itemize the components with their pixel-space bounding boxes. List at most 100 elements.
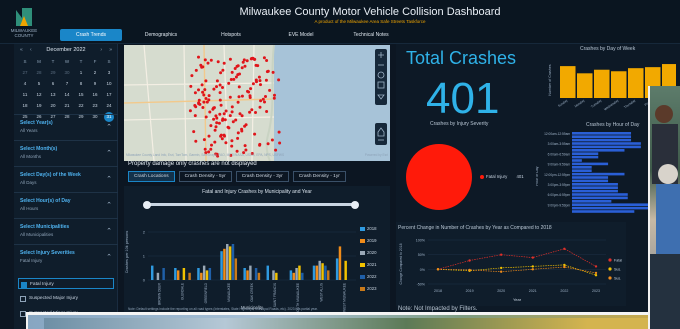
nav-tab[interactable]: Hotspots: [200, 29, 262, 41]
dow-x-tick: Thursday: [623, 98, 637, 109]
muni-bar: [197, 268, 200, 280]
chevron-up-icon[interactable]: ⌃: [106, 123, 112, 131]
calendar-day[interactable]: 20: [46, 100, 60, 111]
crash-point: [201, 90, 205, 94]
calendar-day[interactable]: 3: [102, 67, 116, 78]
header: MILWAUKEE COUNTY Milwaukee County Motor …: [0, 0, 680, 44]
calendar-day[interactable]: 6: [46, 78, 60, 89]
calendar-day[interactable]: 17: [102, 89, 116, 100]
calendar-day[interactable]: 13: [46, 89, 60, 100]
nav-tab[interactable]: Technical Notes: [340, 29, 402, 41]
crash-point: [215, 79, 219, 83]
hod-bar: [572, 162, 609, 166]
muni-legend-item[interactable]: 2021: [360, 262, 390, 274]
muni-bar: [156, 272, 160, 280]
calendar-day[interactable]: 1: [74, 67, 88, 78]
crash-point: [250, 57, 254, 60]
calendar-day[interactable]: 24: [102, 100, 116, 111]
calendar-prev-year-icon[interactable]: «: [20, 46, 23, 55]
municipality-plot: Crashes per 10k persons 0 1 2 BROWN DEER GLEN…: [125, 230, 356, 312]
map-tab[interactable]: Crash Density - 1yr: [292, 171, 346, 182]
calendar-day[interactable]: 11: [18, 89, 32, 100]
filter-6[interactable]: Select Injury Severities Fatal Injury ⌃: [14, 244, 118, 270]
calendar-day[interactable]: 2: [88, 67, 102, 78]
calendar-day[interactable]: 22: [74, 100, 88, 111]
calendar-day[interactable]: 12: [32, 89, 46, 100]
muni-legend-item[interactable]: 2023: [360, 286, 390, 298]
muni-legend-item[interactable]: 2022: [360, 274, 390, 286]
nav-tab[interactable]: EVE Model: [270, 29, 332, 41]
calendar-day[interactable]: 28: [32, 67, 46, 78]
checkbox-icon[interactable]: [21, 281, 27, 288]
calendar-day[interactable]: 10: [102, 78, 116, 89]
chevron-up-icon[interactable]: ⌃: [106, 149, 112, 157]
calendar-day[interactable]: 18: [18, 100, 32, 111]
calendar-month-label[interactable]: December 2022: [46, 47, 85, 53]
calendar-day[interactable]: 27: [18, 67, 32, 78]
calendar-day[interactable]: 19: [32, 100, 46, 111]
chevron-up-icon[interactable]: ⌃: [106, 253, 112, 261]
crash-point: [201, 106, 205, 109]
pct-point: [531, 268, 534, 271]
calendar-prev-month-icon[interactable]: ‹: [30, 46, 32, 55]
pct-point: [563, 265, 566, 269]
crash-point: [224, 109, 228, 113]
filter-2[interactable]: Select Month(s) All Months ⌃: [14, 140, 118, 166]
severity-legend-label: Fatal Injury: [486, 174, 508, 179]
slider-start-handle[interactable]: [143, 200, 151, 209]
calendar-next-month-icon[interactable]: ›: [100, 46, 102, 55]
nav-tab[interactable]: Demographics: [130, 29, 192, 41]
crash-point: [208, 110, 212, 114]
map-zoom-icons[interactable]: [375, 49, 387, 105]
map-tab[interactable]: Crash Locations: [128, 171, 175, 182]
chevron-up-icon[interactable]: ⌃: [106, 175, 112, 183]
crash-point: [257, 75, 261, 79]
calendar-day[interactable]: 16: [88, 89, 102, 100]
severity-option[interactable]: Suspected Major Injury: [18, 293, 114, 304]
calendar-day[interactable]: 14: [60, 89, 74, 100]
muni-legend-item[interactable]: 2020: [360, 250, 390, 262]
chevron-up-icon[interactable]: ⌃: [106, 201, 112, 209]
calendar-day[interactable]: 29: [46, 67, 60, 78]
severity-option[interactable]: Fatal Injury: [18, 278, 114, 289]
calendar-day[interactable]: 5: [32, 78, 46, 89]
muni-legend-item[interactable]: 2018: [360, 226, 390, 238]
checkbox-icon[interactable]: [20, 295, 26, 302]
calendar-day[interactable]: 9: [88, 78, 102, 89]
crash-point: [210, 143, 213, 147]
hod-y-tick: 6:00am-6:59am: [548, 152, 571, 156]
calendar-day[interactable]: 15: [74, 89, 88, 100]
crash-point: [243, 144, 247, 148]
calendar-day-number: 1: [79, 70, 83, 75]
crash-point: [249, 87, 253, 91]
crash-point: [265, 59, 269, 62]
hod-bar: [572, 166, 592, 169]
calendar-day[interactable]: 7: [60, 78, 74, 89]
filter-5[interactable]: Select Municipalities All Municipalities ⌃: [14, 218, 118, 244]
year-range-slider[interactable]: [143, 200, 359, 209]
crash-point: [206, 61, 210, 65]
crash-map[interactable]: [124, 45, 390, 161]
filter-3[interactable]: Select Day(s) of the Week All Days ⌃: [14, 166, 118, 192]
calendar-day[interactable]: 21: [60, 100, 74, 111]
calendar-day[interactable]: 30: [60, 67, 74, 78]
esri-credit[interactable]: Powered by Esri: [365, 153, 388, 157]
nav-tab[interactable]: Crash Trends: [60, 29, 122, 41]
calendar-day-number: 27: [22, 70, 28, 75]
calendar-day[interactable]: 8: [74, 78, 88, 89]
hod-bar: [572, 142, 641, 145]
crash-point: [246, 89, 249, 93]
map-tab[interactable]: Crash Density - 3yr: [235, 171, 289, 182]
severity-pie[interactable]: [406, 144, 472, 210]
filter-1[interactable]: Select Year(s) All Years ⌃: [14, 114, 118, 140]
slider-end-handle[interactable]: [351, 200, 359, 209]
calendar-day[interactable]: 4: [18, 78, 32, 89]
map-tab[interactable]: Crash Density - 5yr: [178, 171, 232, 182]
calendar-next-year-icon[interactable]: »: [109, 46, 112, 55]
muni-legend-item[interactable]: 2019: [360, 238, 390, 250]
filter-4[interactable]: Select Hour(s) of Day All Hours ⌃: [14, 192, 118, 218]
crash-point: [203, 58, 207, 62]
chevron-up-icon[interactable]: ⌃: [106, 227, 112, 235]
map-home-icon[interactable]: [375, 123, 387, 145]
calendar-day[interactable]: 23: [88, 100, 102, 111]
